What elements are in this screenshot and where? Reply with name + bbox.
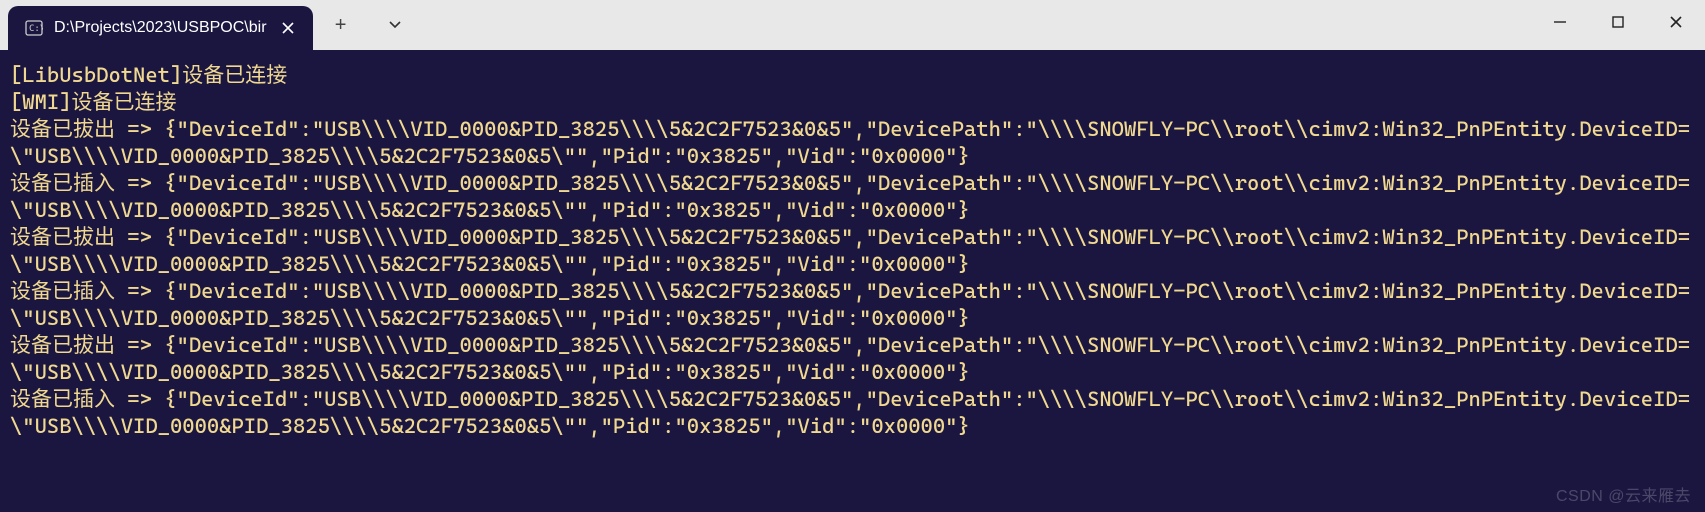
titlebar: C:\ D:\Projects\2023\USBPOC\bir + (0, 0, 1705, 50)
tab-actions: + (313, 0, 409, 50)
watermark: CSDN @云来雁去 (1556, 482, 1691, 506)
maximize-button[interactable] (1589, 0, 1647, 44)
window-controls (1531, 0, 1705, 44)
close-window-button[interactable] (1647, 0, 1705, 44)
new-tab-button[interactable]: + (327, 14, 355, 37)
svg-text:C:\: C:\ (29, 24, 43, 34)
minimize-button[interactable] (1531, 0, 1589, 44)
terminal-tab[interactable]: C:\ D:\Projects\2023\USBPOC\bir (8, 6, 313, 50)
tab-title: D:\Projects\2023\USBPOC\bir (54, 19, 267, 37)
tab-close-button[interactable] (277, 17, 299, 39)
cmd-icon: C:\ (24, 18, 44, 38)
terminal-output[interactable]: [LibUsbDotNet]设备已连接 [WMI]设备已连接 设备已拔出 => … (0, 50, 1705, 512)
chevron-down-icon[interactable] (381, 14, 409, 37)
